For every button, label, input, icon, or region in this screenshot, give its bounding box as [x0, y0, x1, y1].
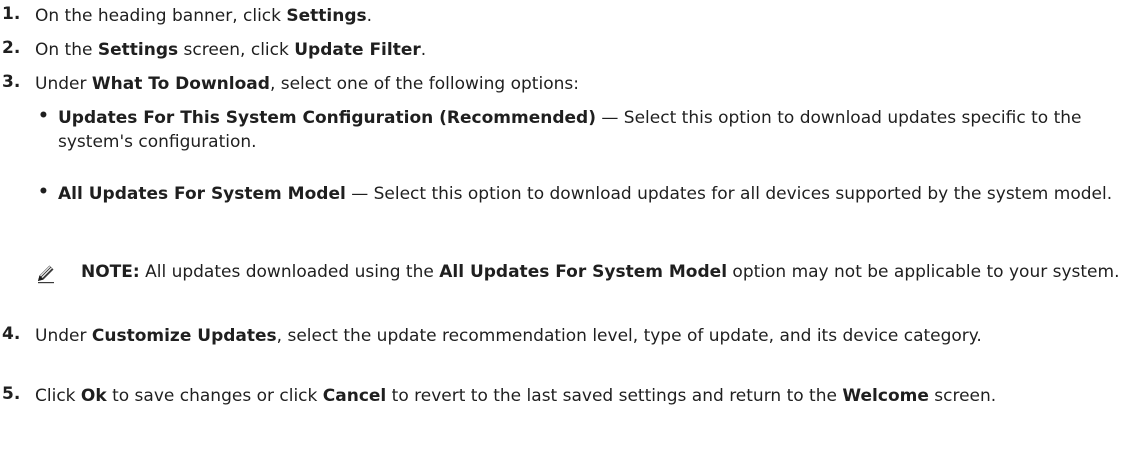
customize-updates-term: Customize Updates: [91, 326, 277, 346]
text: option may not be applicable to your sys…: [727, 262, 1120, 282]
cancel-term: Cancel: [322, 386, 387, 406]
text: Under: [35, 326, 92, 346]
text: .: [420, 40, 427, 60]
text: , select the update recommendation level…: [276, 326, 982, 346]
ok-term: Ok: [80, 386, 107, 406]
step-number: 5.: [2, 384, 21, 404]
text: screen, click: [178, 40, 295, 60]
step-number: 3.: [2, 72, 21, 92]
text: Click: [35, 386, 81, 406]
text: Under: [35, 74, 92, 94]
note-text: NOTE: All updates downloaded using the A…: [35, 260, 1120, 284]
text: , select one of the following options:: [269, 74, 579, 94]
text: to revert to the last saved settings and…: [386, 386, 843, 406]
text: screen.: [928, 386, 997, 406]
option-title: All Updates For System Model: [58, 184, 346, 204]
text: All updates downloaded using the: [139, 262, 440, 282]
text: to save changes or click: [106, 386, 323, 406]
what-to-download-term: What To Download: [91, 74, 270, 94]
settings-term: Settings: [97, 40, 179, 60]
step-text: Click Ok to save changes or click Cancel…: [35, 384, 1140, 408]
step-number: 2.: [2, 38, 21, 58]
option-title: Updates For This System Configuration (R…: [58, 108, 596, 128]
bullet-icon: •: [38, 106, 49, 126]
step-text: Under Customize Updates, select the upda…: [35, 324, 1140, 348]
text: On the: [35, 40, 98, 60]
step-text: On the heading banner, click Settings.: [35, 4, 1140, 28]
option-description: — Select this option to download updates…: [345, 184, 1113, 204]
option-text: All Updates For System Model — Select th…: [58, 182, 1138, 206]
option-text: Updates For This System Configuration (R…: [58, 106, 1138, 154]
bullet-icon: •: [38, 182, 49, 202]
step-number: 1.: [2, 4, 21, 24]
text: On the heading banner, click: [35, 6, 287, 26]
all-updates-term: All Updates For System Model: [439, 262, 728, 282]
step-text: On the Settings screen, click Update Fil…: [35, 38, 1140, 62]
step-text: Under What To Download, select one of th…: [35, 72, 1140, 96]
step-number: 4.: [2, 324, 21, 344]
update-filter-term: Update Filter: [294, 40, 421, 60]
text: .: [366, 6, 373, 26]
document-page: 1. On the heading banner, click Settings…: [0, 0, 1145, 450]
welcome-term: Welcome: [842, 386, 929, 406]
settings-term: Settings: [286, 6, 367, 26]
note-label: NOTE:: [81, 262, 140, 282]
